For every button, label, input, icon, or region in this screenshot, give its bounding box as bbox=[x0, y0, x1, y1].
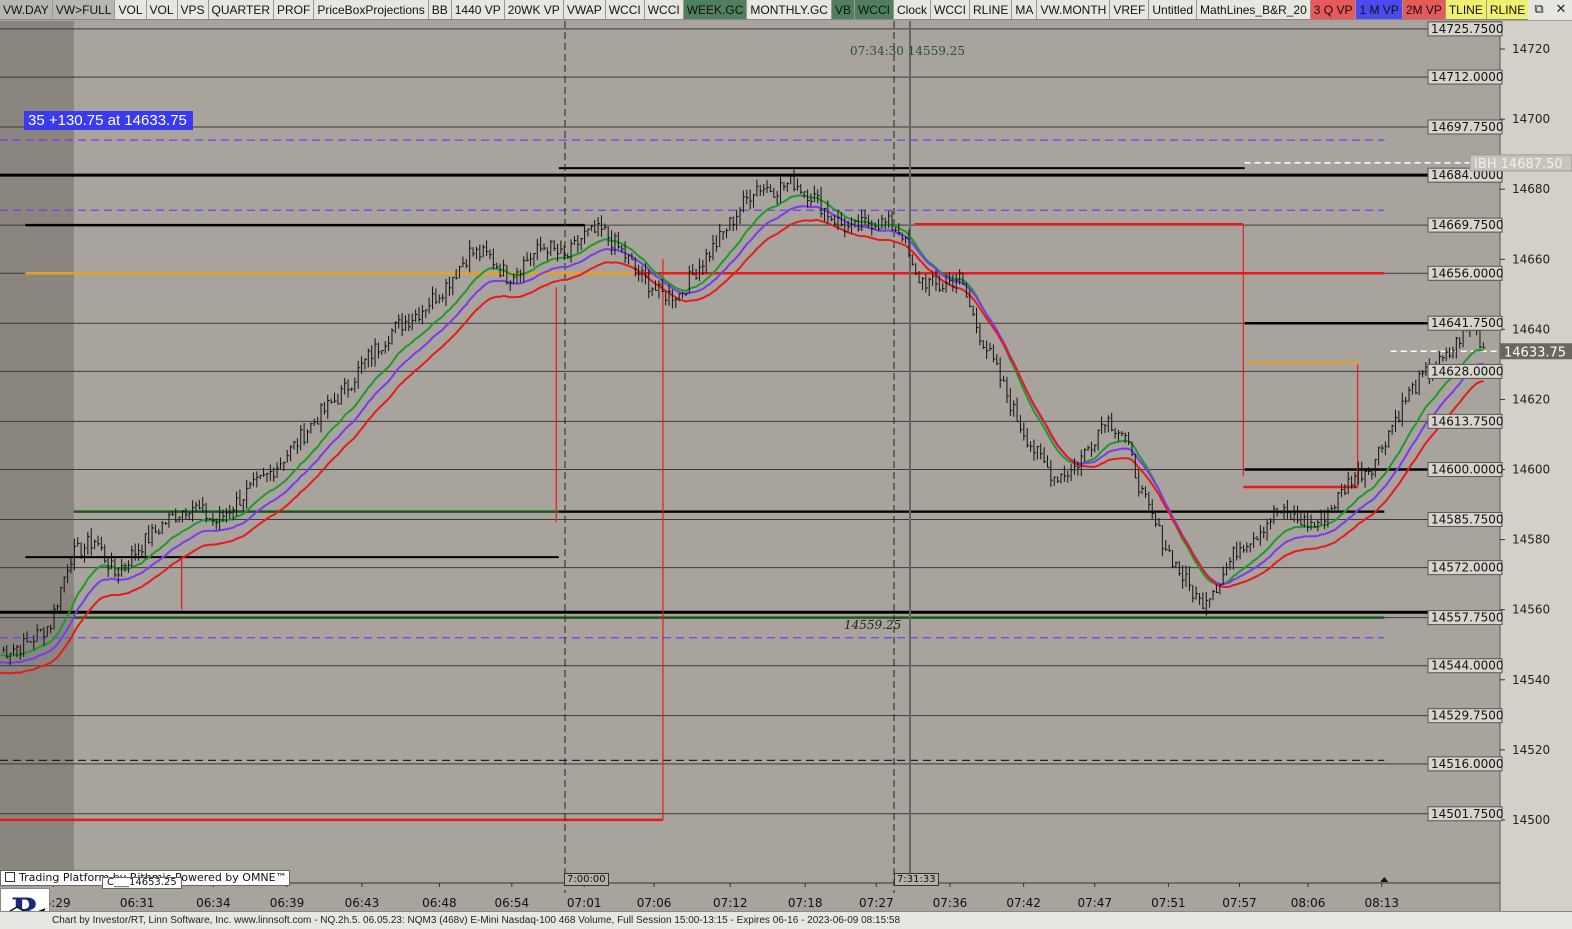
level-label: 14600.0000 bbox=[1431, 463, 1504, 477]
x-tick-label: 06:43 bbox=[345, 896, 380, 910]
level-label: 14656.0000 bbox=[1431, 266, 1504, 280]
y-tick-label: 14520 bbox=[1512, 743, 1550, 757]
window-controls: ⧉ ✕ bbox=[1528, 0, 1572, 20]
toolbar-button-18[interactable]: Clock bbox=[893, 0, 931, 19]
x-tick-label: 08:13 bbox=[1364, 896, 1399, 910]
x-tick-label: 07:57 bbox=[1222, 896, 1257, 910]
level-label: 14712.0000 bbox=[1431, 70, 1504, 84]
toolbar-button-28[interactable]: 2M VP bbox=[1402, 0, 1446, 19]
last-price-label: 14633.75 bbox=[1504, 345, 1566, 360]
toolbar-button-8[interactable]: BB bbox=[428, 0, 452, 19]
x-tick-label: 06:39 bbox=[270, 896, 305, 910]
x-tick-label: 07:47 bbox=[1077, 896, 1112, 910]
x-tick-label: 07:18 bbox=[788, 896, 823, 910]
floating-price-label: 14559.25 bbox=[844, 618, 902, 632]
x-tick-label: 07:12 bbox=[713, 896, 748, 910]
toolbar-button-7[interactable]: PriceBoxProjections bbox=[314, 0, 429, 19]
toolbar-button-11[interactable]: VWAP bbox=[563, 0, 606, 19]
plot-background bbox=[0, 21, 1572, 911]
bar-info-label: 35 +130.75 at 14633.75 bbox=[24, 111, 193, 130]
x-tick-label: 07:42 bbox=[1006, 896, 1041, 910]
toolbar-button-26[interactable]: 3 Q VP bbox=[1310, 0, 1357, 19]
toolbar-button-29[interactable]: TLINE bbox=[1445, 0, 1487, 19]
toolbar-button-24[interactable]: Untitled bbox=[1149, 0, 1198, 19]
partial-readout: C___14653.25 bbox=[102, 877, 182, 889]
x-tick-label: 06:31 bbox=[120, 896, 155, 910]
time-price-readout: 07:34:30 14559.25 bbox=[850, 44, 965, 58]
level-label: 14529.7500 bbox=[1431, 709, 1504, 723]
toolbar-button-12[interactable]: WCCI bbox=[605, 0, 645, 19]
toolbar-button-0[interactable]: VW.DAY bbox=[0, 0, 53, 19]
toolbar-button-25[interactable]: MathLines_B&R_20 bbox=[1197, 0, 1311, 19]
toolbar-button-22[interactable]: VW.MONTH bbox=[1037, 0, 1111, 19]
level-label: 14557.7500 bbox=[1431, 611, 1504, 625]
checkbox-icon[interactable] bbox=[5, 872, 15, 882]
indicator-toolbar: VW.DAY VW>FULL VOL VOL VPS QUARTER PROF PriceBo… bbox=[0, 0, 1572, 20]
y-tick-label: 14600 bbox=[1512, 463, 1550, 477]
level-label: 14572.0000 bbox=[1431, 561, 1504, 575]
toolbar-button-16[interactable]: VB bbox=[831, 0, 855, 19]
level-label: 14613.7500 bbox=[1431, 414, 1504, 428]
level-label: 14516.0000 bbox=[1431, 757, 1504, 771]
status-footer: Chart by Investor/RT, Linn Software, Inc… bbox=[0, 911, 1572, 929]
toolbar-button-14[interactable]: WEEK.GC bbox=[683, 0, 748, 19]
y-tick-label: 14700 bbox=[1512, 112, 1550, 126]
toolbar-button-20[interactable]: RLINE bbox=[970, 0, 1013, 19]
x-tick-label: 06:48 bbox=[422, 896, 457, 910]
x-tick-label: 07:36 bbox=[933, 896, 968, 910]
toolbar-button-3[interactable]: VOL bbox=[146, 0, 178, 19]
session-time-b: 7:31:33 bbox=[894, 873, 939, 886]
y-tick-label: 14560 bbox=[1512, 603, 1550, 617]
level-label: 14585.7500 bbox=[1431, 512, 1504, 526]
footer-text: Chart by Investor/RT, Linn Software, Inc… bbox=[52, 915, 901, 926]
toolbar-button-9[interactable]: 1440 VP bbox=[451, 0, 505, 19]
restore-icon[interactable]: ⧉ bbox=[1528, 0, 1550, 20]
toolbar-button-21[interactable]: MA bbox=[1012, 0, 1038, 19]
level-label: 14669.7500 bbox=[1431, 218, 1504, 232]
y-tick-label: 14620 bbox=[1512, 392, 1550, 406]
toolbar-button-17[interactable]: WCCI bbox=[854, 0, 894, 19]
toolbar-button-15[interactable]: MONTHLY.GC bbox=[747, 0, 832, 19]
y-tick-label: 14500 bbox=[1512, 813, 1550, 827]
level-label: 14725.7500 bbox=[1431, 22, 1504, 36]
close-icon[interactable]: ✕ bbox=[1550, 0, 1572, 20]
x-tick-label: 07:27 bbox=[859, 896, 894, 910]
x-tick-label: 07:01 bbox=[567, 896, 602, 910]
toolbar-button-6[interactable]: PROF bbox=[273, 0, 315, 19]
price-chart[interactable]: 14720 14700 14680 14660 14640 14620 14600 14580… bbox=[0, 21, 1572, 911]
x-tick-label: 08:06 bbox=[1291, 896, 1326, 910]
y-tick-label: 14720 bbox=[1512, 42, 1550, 56]
toolbar-button-13[interactable]: WCCI bbox=[644, 0, 684, 19]
level-label: 14501.7500 bbox=[1431, 807, 1504, 821]
toolbar-button-19[interactable]: WCCI bbox=[931, 0, 970, 19]
toolbar-button-5[interactable]: QUARTER bbox=[208, 0, 274, 19]
level-label: 14628.0000 bbox=[1431, 364, 1504, 378]
x-tick-label: 06:34 bbox=[196, 896, 231, 910]
y-tick-label: 14580 bbox=[1512, 533, 1550, 547]
toolbar-button-23[interactable]: VREF bbox=[1110, 0, 1150, 19]
level-label: 14544.0000 bbox=[1431, 659, 1504, 673]
ibh-label: IBH 14687.50 bbox=[1474, 157, 1563, 172]
x-tick-label: 07:51 bbox=[1151, 896, 1186, 910]
y-tick-label: 14540 bbox=[1512, 673, 1550, 687]
y-tick-label: 14660 bbox=[1512, 252, 1550, 266]
y-tick-label: 14680 bbox=[1512, 182, 1550, 196]
x-tick-label: 07:06 bbox=[637, 896, 672, 910]
toolbar-button-30[interactable]: RLINE bbox=[1486, 0, 1530, 19]
x-tick-label: 06:54 bbox=[495, 896, 530, 910]
session-time-a: 7:00:00 bbox=[564, 873, 609, 886]
toolbar-button-1[interactable]: VW>FULL bbox=[52, 0, 116, 19]
chart-window: VW.DAY VW>FULL VOL VOL VPS QUARTER PROF PriceBo… bbox=[0, 0, 1572, 929]
toolbar-button-27[interactable]: 1 M VP bbox=[1356, 0, 1403, 19]
toolbar-button-2[interactable]: VOL bbox=[115, 0, 147, 19]
toolbar-button-10[interactable]: 20WK VP bbox=[504, 0, 564, 19]
y-tick-label: 14640 bbox=[1512, 322, 1550, 336]
level-label: 14697.7500 bbox=[1431, 120, 1504, 134]
level-label: 14641.7500 bbox=[1431, 316, 1504, 330]
toolbar-button-4[interactable]: VPS bbox=[177, 0, 209, 19]
prior-session-shade bbox=[0, 21, 74, 883]
